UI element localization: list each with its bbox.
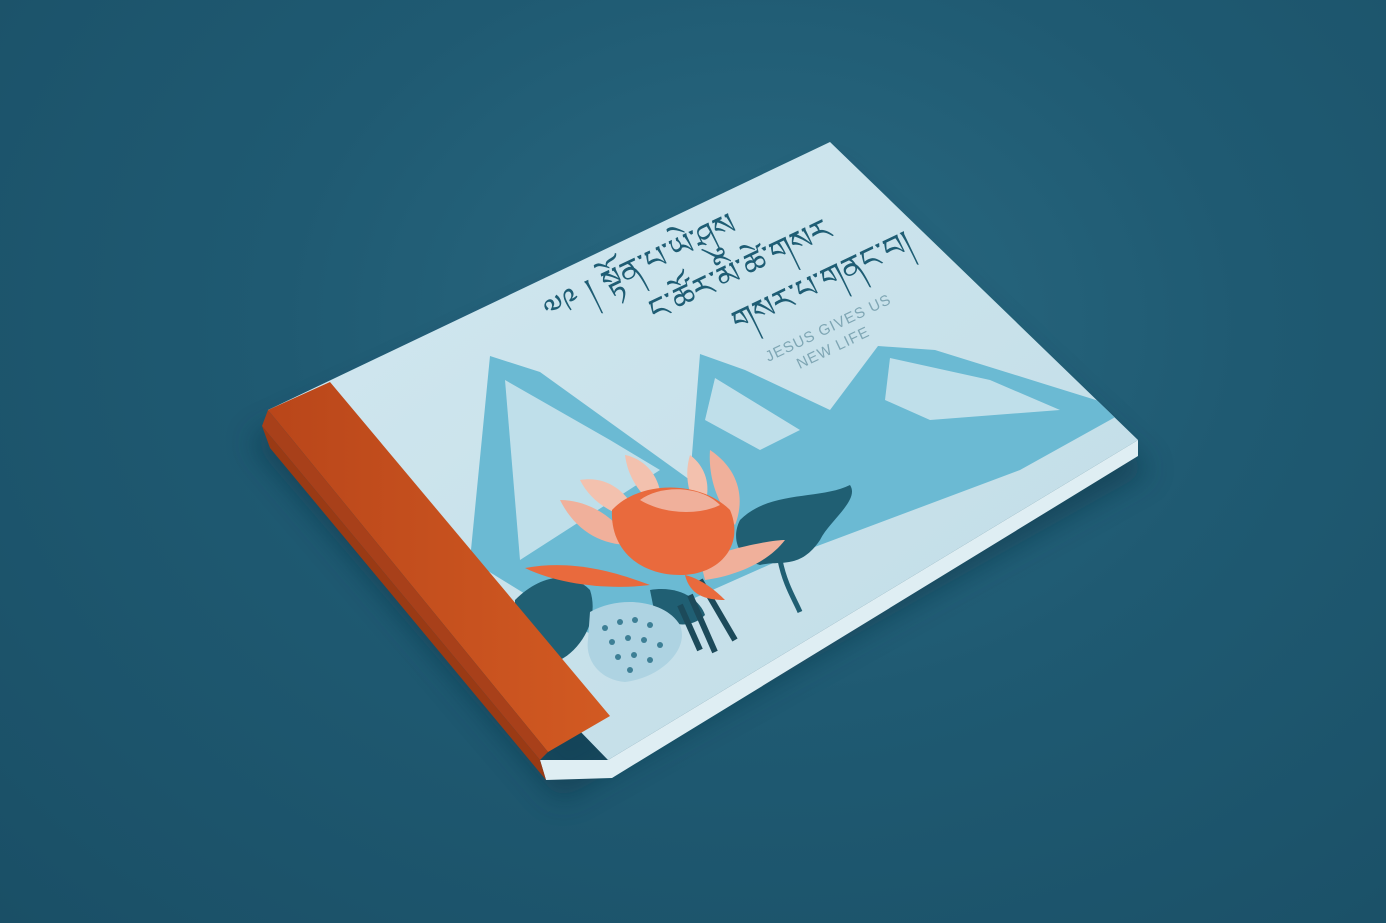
book-mockup-scene: ༧༩ ། སྟོན་པ་ཡེ་ཤུས ང་ཚོར་མི་ཚེ་གསར གསར་པ…	[250, 142, 1150, 800]
book-cover: ༧༩ ། སྟོན་པ་ཡེ་ཤུས ང་ཚོར་མི་ཚེ་གསར གསར་པ…	[262, 142, 1138, 760]
